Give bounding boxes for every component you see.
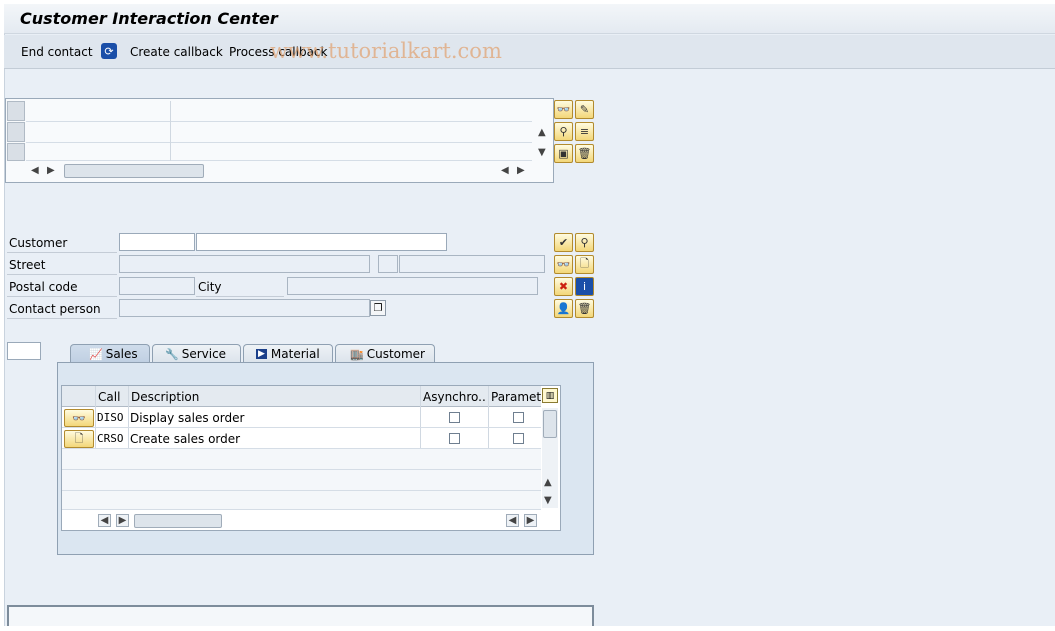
trash-icon[interactable]: 🗑 — [575, 299, 594, 318]
refresh-icon[interactable]: ⟳ — [101, 43, 117, 59]
pencil-icon[interactable]: ✎ — [575, 100, 594, 119]
scroll-down-arrow[interactable]: ▼ — [544, 495, 552, 506]
label-underline — [7, 274, 117, 275]
customer-name-field[interactable] — [196, 233, 447, 251]
tab-label: Service — [181, 347, 227, 361]
cancel-icon[interactable]: ✖ — [554, 277, 573, 296]
tab-service[interactable]: 🔧 Service — [152, 344, 241, 363]
tab-label: Customer — [366, 347, 425, 361]
value-help-icon[interactable]: ❐ — [370, 300, 386, 316]
person-icon[interactable]: 👤 — [554, 299, 573, 318]
customer-number-field[interactable] — [119, 233, 195, 251]
column-header-description[interactable]: Description — [131, 390, 199, 404]
glasses-icon[interactable]: 👓 — [554, 100, 573, 119]
postal-code-label: Postal code — [9, 280, 78, 294]
column-header-asynchronous[interactable]: Asynchro... — [423, 390, 487, 404]
info-icon[interactable]: i — [575, 277, 594, 296]
trash-icon[interactable]: 🗑 — [575, 144, 594, 163]
bottom-panel — [7, 605, 594, 626]
scroll-left-arrow[interactable]: ◀ — [98, 514, 111, 527]
row-selector[interactable] — [7, 101, 25, 121]
call-code: DISO — [97, 411, 124, 424]
chart-icon: 📈 — [89, 347, 103, 361]
call-description: Display sales order — [130, 411, 245, 425]
binoculars-icon[interactable]: ⚲ — [554, 122, 573, 141]
scroll-right-arrow[interactable]: ▶ — [524, 514, 537, 527]
short-input-field[interactable] — [7, 342, 41, 360]
column-header-call[interactable]: Call — [98, 390, 120, 404]
street-supplement-field[interactable] — [399, 255, 545, 273]
table-row[interactable] — [26, 101, 532, 122]
scroll-right-arrow[interactable]: ▶ — [47, 165, 55, 176]
page-title: Customer Interaction Center — [20, 9, 278, 28]
call-description: Create sales order — [130, 432, 241, 446]
create-callback-button[interactable]: Create callback — [130, 45, 223, 59]
document-icon[interactable]: 🗋 — [575, 255, 594, 274]
label-underline — [7, 296, 117, 297]
label-underline — [7, 318, 117, 319]
table-row[interactable] — [62, 470, 541, 491]
city-label: City — [198, 280, 222, 294]
binoculars-icon[interactable]: ⚲ — [575, 233, 594, 252]
tab-label: Sales — [105, 347, 138, 361]
async-checkbox[interactable] — [449, 433, 460, 444]
play-icon: ▶ — [256, 349, 267, 359]
tab-material[interactable]: ▶ Material — [243, 344, 333, 363]
tools-icon: 🔧 — [165, 347, 179, 361]
column-divider — [170, 101, 171, 161]
label-underline — [196, 296, 284, 297]
street-label: Street — [9, 258, 46, 272]
scroll-right-arrow[interactable]: ▶ — [517, 165, 525, 176]
customer-label: Customer — [9, 236, 68, 250]
scroll-up-arrow[interactable]: ▲ — [544, 477, 552, 488]
table-row[interactable] — [26, 143, 532, 161]
tab-label: Material — [270, 347, 320, 361]
find-next-icon[interactable]: ≡ — [575, 122, 594, 141]
column-settings-icon[interactable]: ▥ — [542, 388, 558, 403]
watermark: www.tutorialkart.com — [270, 39, 502, 63]
glasses-icon[interactable]: 👓 — [554, 255, 573, 274]
scroll-down-arrow[interactable]: ▼ — [538, 147, 546, 158]
scroll-right-arrow[interactable]: ▶ — [116, 514, 129, 527]
contact-person-field[interactable] — [119, 299, 370, 317]
scroll-left-arrow[interactable]: ◀ — [501, 165, 509, 176]
street-field[interactable] — [119, 255, 370, 273]
horizontal-scrollbar[interactable] — [134, 514, 222, 528]
table-row[interactable] — [26, 122, 532, 143]
column-header-parameters[interactable]: Paramete — [491, 390, 541, 404]
postal-code-field[interactable] — [119, 277, 195, 295]
parameter-checkbox[interactable] — [513, 412, 524, 423]
customer-icon: 🏬 — [350, 347, 364, 361]
table-row[interactable] — [62, 491, 541, 510]
label-underline — [7, 252, 117, 253]
horizontal-scrollbar[interactable] — [64, 164, 204, 178]
document-icon[interactable]: 🗋 — [64, 430, 94, 448]
scroll-up-arrow[interactable]: ▲ — [538, 127, 546, 138]
glasses-icon[interactable]: 👓 — [64, 409, 94, 427]
save-icon[interactable]: ▣ — [554, 144, 573, 163]
house-number-field[interactable] — [378, 255, 398, 273]
contact-person-label: Contact person — [9, 302, 101, 316]
parameter-checkbox[interactable] — [513, 433, 524, 444]
scroll-left-arrow[interactable]: ◀ — [31, 165, 39, 176]
city-field[interactable] — [287, 277, 538, 295]
tab-sales[interactable]: 📈 Sales — [70, 344, 150, 363]
async-checkbox[interactable] — [449, 412, 460, 423]
scroll-left-arrow[interactable]: ◀ — [506, 514, 519, 527]
call-code: CRSO — [97, 432, 124, 445]
table-row[interactable] — [62, 449, 541, 470]
row-selector[interactable] — [7, 143, 25, 161]
end-contact-button[interactable]: End contact — [21, 45, 93, 59]
tab-customer[interactable]: 🏬 Customer — [335, 344, 435, 363]
row-selector[interactable] — [7, 122, 25, 142]
scroll-thumb[interactable] — [543, 410, 557, 438]
checkmark-icon[interactable]: ✔ — [554, 233, 573, 252]
